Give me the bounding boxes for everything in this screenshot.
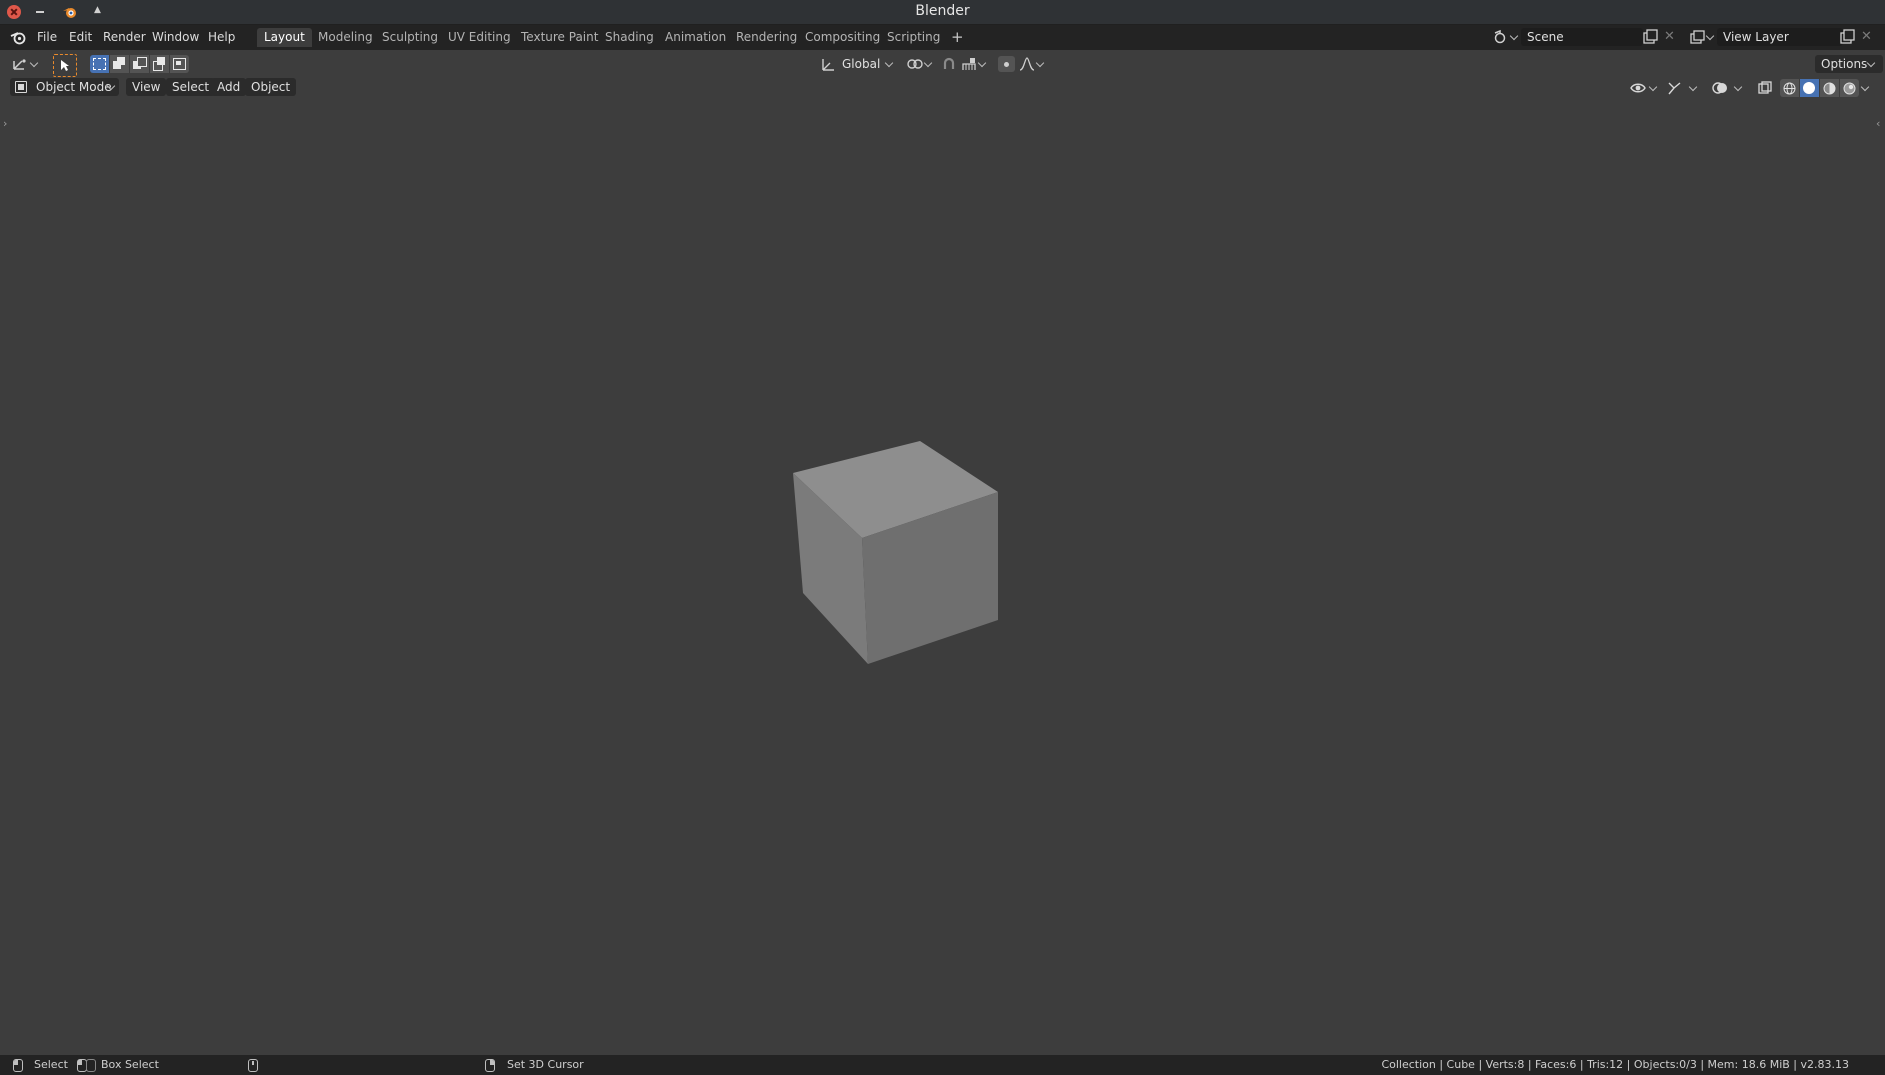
blender-menu-icon[interactable] (10, 30, 26, 45)
object-mode-icon (15, 81, 27, 93)
gizmo-chevron-icon[interactable] (1688, 82, 1698, 92)
editor-type-chevron-icon[interactable] (29, 58, 39, 68)
viewport-menu-add[interactable]: Add (211, 78, 247, 96)
tab-modeling[interactable]: Modeling (311, 28, 380, 47)
window-titlebar: ▲ Blender (0, 0, 1885, 25)
shading-material-icon[interactable] (1820, 79, 1839, 97)
scene-name-field[interactable]: Scene (1521, 28, 1643, 46)
pivot-point-chevron-icon[interactable] (923, 58, 933, 68)
mouse-right-click-icon (485, 1059, 495, 1072)
shading-wireframe-icon[interactable] (1780, 79, 1799, 97)
object-visibility-icon[interactable] (1630, 80, 1646, 96)
mouse-left-click-icon (13, 1059, 23, 1072)
tab-uv-editing[interactable]: UV Editing (441, 28, 518, 47)
viewport-menu-view[interactable]: View (126, 78, 167, 96)
tab-scripting[interactable]: Scripting (880, 28, 947, 47)
overlays-icon[interactable] (1711, 80, 1729, 96)
viewport-menu-object[interactable]: Object (245, 78, 297, 96)
transform-orientation-icon[interactable] (820, 56, 836, 72)
menu-render[interactable]: Render (98, 29, 151, 46)
snap-target-icon[interactable] (961, 56, 977, 72)
shading-solid-icon[interactable] (1800, 79, 1819, 97)
tab-animation[interactable]: Animation (658, 28, 733, 47)
editor-type-icon[interactable] (11, 56, 29, 72)
new-view-layer-icon[interactable] (1839, 29, 1855, 45)
options-label: Options (1821, 57, 1868, 71)
view-layer-icon[interactable] (1689, 29, 1707, 45)
viewport-3d[interactable] (0, 100, 1885, 1055)
mouse-drag-secondary-icon (86, 1059, 96, 1072)
snap-chevron-icon[interactable] (977, 58, 987, 68)
transform-orientation-dropdown[interactable]: Global (842, 55, 880, 73)
menu-help[interactable]: Help (203, 29, 240, 46)
window-title: Blender (915, 3, 970, 19)
viewport-header: Object Mode View Select Add Object (0, 78, 1885, 100)
status-select-hint: Select (34, 1058, 68, 1071)
add-workspace-button[interactable]: + (944, 28, 971, 47)
mouse-middle-click-icon (248, 1059, 258, 1072)
xray-toggle-icon[interactable] (1757, 80, 1773, 96)
top-bar: File Edit Render Window Help Layout Mode… (0, 25, 1885, 50)
tab-texture-paint[interactable]: Texture Paint (514, 28, 605, 47)
status-scene-stats: Collection | Cube | Verts:8 | Faces:6 | … (1381, 1058, 1849, 1071)
proportional-editing-icon[interactable] (998, 56, 1015, 72)
cube-object[interactable] (790, 438, 1010, 678)
status-box-select-hint: Box Select (101, 1058, 159, 1071)
transform-orientation-chevron-icon[interactable] (884, 58, 894, 68)
tab-rendering[interactable]: Rendering (729, 28, 804, 47)
object-visibility-chevron-icon[interactable] (1648, 82, 1658, 92)
view-layer-dropdown-chevron-icon[interactable] (1705, 31, 1715, 41)
shading-chevron-icon[interactable] (1860, 82, 1870, 92)
options-chevron-icon (1866, 58, 1876, 68)
scene-icon[interactable] (1492, 29, 1510, 45)
proportional-falloff-chevron-icon[interactable] (1035, 58, 1045, 68)
scene-dropdown-chevron-icon[interactable] (1509, 31, 1519, 41)
selection-mode-invert-icon[interactable] (150, 55, 169, 73)
menu-file[interactable]: File (32, 29, 62, 46)
tool-header: Global Options (0, 51, 1885, 78)
new-scene-icon[interactable] (1642, 29, 1658, 45)
view-layer-name-field[interactable]: View Layer (1717, 28, 1843, 46)
menu-window[interactable]: Window (147, 29, 204, 46)
options-dropdown[interactable]: Options (1815, 55, 1883, 73)
selection-mode-subtract-icon[interactable] (130, 55, 149, 73)
tab-shading[interactable]: Shading (598, 28, 661, 47)
selection-mode-intersect-icon[interactable] (170, 55, 189, 73)
object-mode-label: Object Mode (36, 80, 112, 94)
status-set-cursor-hint: Set 3D Cursor (507, 1058, 584, 1071)
select-box-tool-icon[interactable] (53, 54, 77, 77)
object-mode-dropdown[interactable]: Object Mode (10, 78, 119, 96)
overlays-chevron-icon[interactable] (1733, 82, 1743, 92)
tab-compositing[interactable]: Compositing (798, 28, 887, 47)
menu-edit[interactable]: Edit (64, 29, 97, 46)
shading-rendered-icon[interactable] (1840, 79, 1859, 97)
gizmo-icon[interactable] (1666, 80, 1682, 96)
delete-scene-icon[interactable]: ✕ (1664, 29, 1675, 44)
proportional-falloff-icon[interactable] (1019, 56, 1035, 72)
delete-view-layer-icon[interactable]: ✕ (1861, 29, 1872, 44)
viewport-menu-select[interactable]: Select (166, 78, 216, 96)
tab-sculpting[interactable]: Sculpting (375, 28, 445, 47)
selection-mode-new-icon[interactable] (90, 55, 109, 73)
status-bar: Select Box Select Set 3D Cursor Collecti… (0, 1055, 1885, 1075)
tab-layout[interactable]: Layout (257, 28, 312, 47)
snap-toggle-icon[interactable] (941, 56, 957, 72)
pivot-point-icon[interactable] (906, 56, 924, 72)
selection-mode-extend-icon[interactable] (110, 55, 129, 73)
